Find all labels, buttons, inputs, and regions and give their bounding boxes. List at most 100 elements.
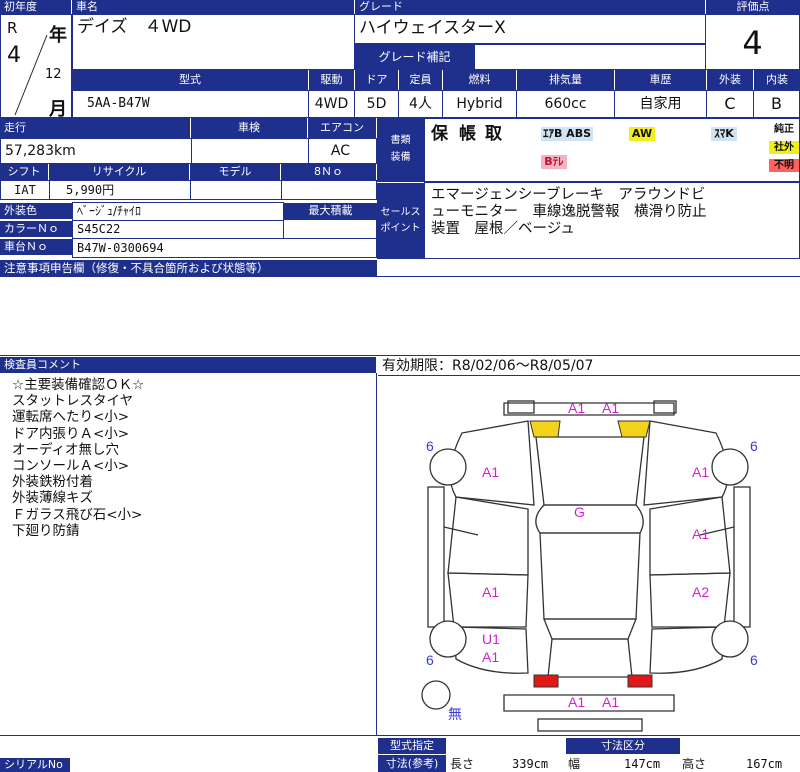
rear-bumper — [503, 694, 675, 712]
mark-left-front-fender: A1 — [482, 464, 499, 480]
mark-tire-rear-right: 6 — [750, 652, 758, 668]
month-value: 12 — [45, 67, 62, 82]
chassis-no-value: B47W-0300694 — [72, 238, 377, 258]
comment-item: 外装鉄粉付着 — [12, 474, 93, 491]
mark-rear-bumper-right: A1 — [602, 694, 619, 710]
tire-front-left — [429, 448, 467, 486]
max-load-label: 最大積載 — [284, 203, 377, 219]
door-label: ドア — [355, 70, 398, 90]
equipment-aftermarket: 社外 — [769, 141, 799, 154]
sales-point-panel: エマージェンシーブレーキ アラウンドビ ューモニター 車線逸脱警報 横滑り防止 … — [424, 182, 800, 259]
comment-item: スタットレスタイヤ — [12, 393, 134, 410]
max-load-value — [283, 219, 377, 239]
notes-area — [0, 276, 800, 356]
rear-left-light — [533, 674, 559, 688]
width-value: 147cm — [624, 757, 661, 771]
notes-label: 注意事項申告欄（修復・不具合箇所および状態等） — [0, 260, 377, 276]
left-front-door — [447, 496, 529, 576]
chassis-no-label: 車台Ｎｏ — [0, 239, 72, 255]
windshield — [535, 504, 644, 534]
comment-item: 外装薄線キズ — [12, 490, 93, 507]
dimensions-label: 寸法区分 — [566, 738, 680, 754]
mark-tire-rear-left: 6 — [426, 652, 434, 668]
documents-label: 書類 装備 — [377, 118, 424, 182]
mark-front-bumper-left: A1 — [568, 400, 585, 416]
comment-item: コンソールＡ<小> — [12, 458, 130, 475]
exterior-label: 外装 — [707, 70, 753, 90]
usage-label: 車歴 — [615, 70, 706, 90]
mark-tire-front-left: 6 — [426, 438, 434, 454]
sales-point-line: ューモニター 車線逸脱警報 横滑り防止 — [431, 204, 707, 220]
model-code-value: 5AA-B47W — [72, 90, 309, 118]
car-name-label: 車名 — [72, 0, 354, 14]
mark-right-front-fender: A1 — [692, 464, 709, 480]
inspection-value — [191, 138, 309, 164]
usage-value: 自家用 — [614, 90, 707, 118]
color-no-value: S45C22 — [72, 220, 284, 239]
height-value: 167cm — [746, 757, 783, 771]
grade-value: ハイウェイスターX — [354, 14, 706, 44]
mark-left-quarter-a: A1 — [482, 649, 499, 665]
eight-no-label: 8Ｎｏ — [281, 164, 376, 180]
rear-right-light — [627, 674, 653, 688]
tire-front-right — [711, 448, 749, 486]
inspector-comment-area: ☆主要装備確認ＯＫ☆ スタットレスタイヤ 運転席へたり<小> ドア内張りＡ<小>… — [0, 373, 377, 735]
grade-confirm-label: グレード補記 — [355, 44, 474, 70]
grade-confirm-value — [474, 44, 706, 70]
comment-item: オーディオ無し穴 — [12, 441, 120, 458]
mark-right-front-door: A1 — [692, 526, 709, 542]
tire-rear-right — [711, 620, 749, 658]
mark-roof-glass: G — [574, 504, 585, 520]
exterior-grade-value: C — [706, 90, 754, 118]
right-rear-door — [649, 572, 731, 628]
height-label: 高さ — [682, 757, 707, 771]
displacement-label: 排気量 — [517, 70, 614, 90]
model-code-label: 型式 — [72, 70, 308, 90]
serial-no-label: シリアルNo — [0, 758, 70, 772]
drive-label: 駆動 — [309, 70, 354, 90]
footer-divider — [0, 735, 800, 736]
score-label: 評価点 — [706, 0, 800, 14]
length-label: 長さ — [450, 757, 475, 771]
right-front-door — [649, 496, 731, 576]
mark-front-bumper-right: A1 — [602, 400, 619, 416]
grade-label: グレード — [355, 0, 705, 14]
comment-item: ドア内張りＡ<小> — [12, 425, 130, 442]
color-no-label: カラーＮｏ — [0, 221, 72, 237]
inspection-label: 車検 — [191, 118, 307, 138]
document-stamp-hosho: 保 — [431, 124, 451, 144]
model-value — [190, 180, 282, 200]
year-suffix: 年 — [49, 25, 67, 46]
mileage-label: 走行 — [0, 118, 190, 138]
fuel-label: 燃料 — [443, 70, 516, 90]
dimensions-ref-label: 寸法(参考) — [378, 755, 446, 772]
color-label: 外装色 — [0, 203, 72, 219]
comment-item: ☆主要装備確認ＯＫ☆ — [12, 377, 145, 393]
hood — [535, 436, 645, 506]
capacity-label: 定員 — [399, 70, 442, 90]
shift-label: シフト — [0, 164, 48, 180]
width-label: 幅 — [568, 757, 581, 771]
model-label: モデル — [190, 164, 280, 180]
displacement-value: 660cc — [516, 90, 615, 118]
mark-tire-front-right: 6 — [750, 438, 758, 454]
mark-left-front-door: A1 — [482, 584, 499, 600]
roof — [539, 532, 641, 620]
mark-spare-tire: 無 — [448, 707, 462, 723]
door-value: 5D — [354, 90, 399, 118]
inspector-comment-label: 検査員コメント — [0, 357, 376, 373]
tailgate — [547, 638, 633, 678]
score-value: 4 — [705, 14, 800, 70]
length-value: 339cm — [512, 757, 549, 771]
sales-point-line: エマージェンシーブレーキ アラウンドビ — [431, 187, 706, 203]
tire-rear-left — [429, 620, 467, 658]
comment-item: 下廻り防錆 — [12, 522, 80, 539]
document-stamp-techo: 帳 — [459, 124, 476, 144]
color-value: ﾍﾞｰｼﾞｭ/ﾁｬｲﾛ — [72, 202, 284, 221]
interior-grade-value: B — [753, 90, 800, 118]
inspection-validity: 有効期限：R8/02/06～R8/05/07 — [378, 356, 800, 376]
comment-item: Ｆガラス飛び石<小> — [12, 506, 143, 523]
dimensions-values: 長さ 339cm 幅 147cm 高さ 167cm — [448, 756, 800, 772]
aircon-value: AC — [308, 138, 377, 164]
front-right-light — [617, 420, 651, 438]
